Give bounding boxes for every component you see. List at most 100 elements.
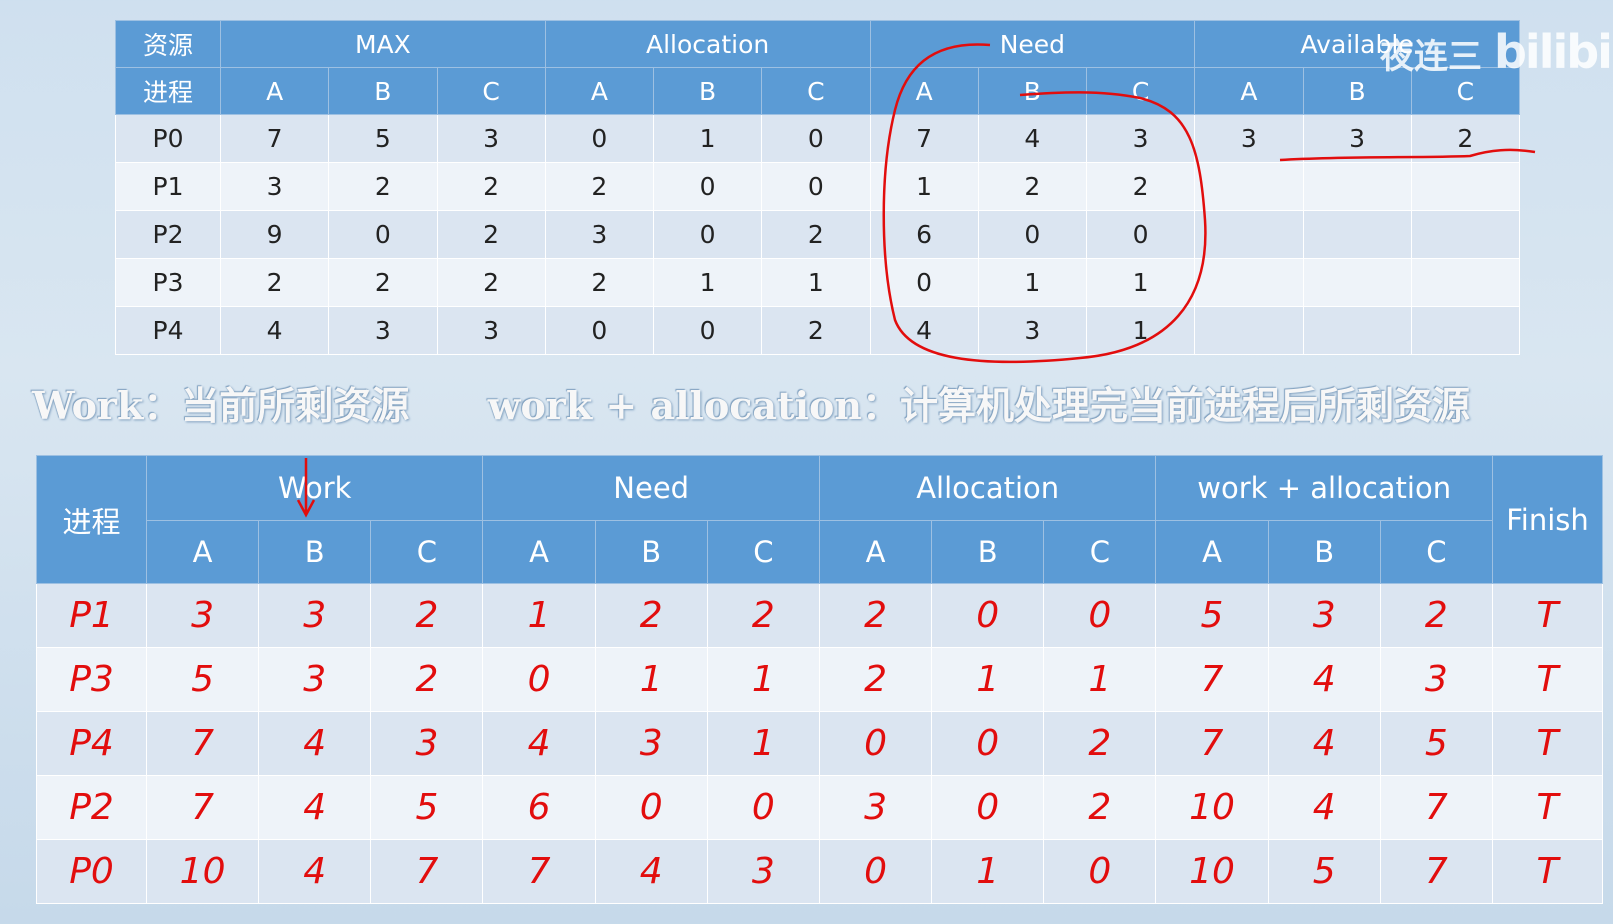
value-cell: 1 [1085, 258, 1196, 307]
value-cell [1302, 210, 1412, 259]
value-cell: 5 [1155, 583, 1269, 648]
subheader: C [1379, 520, 1494, 584]
value-cell: 0 [652, 162, 763, 211]
finish-cell: T [1492, 711, 1603, 776]
value-cell: 1 [706, 711, 820, 776]
value-cell: 2 [328, 162, 438, 211]
header-need: Need [482, 455, 820, 521]
process-cell: P2 [115, 210, 221, 259]
header-need: Need [869, 20, 1196, 68]
value-cell: 0 [1043, 839, 1157, 904]
subheader: B [594, 520, 708, 584]
caption: Work：当前所剩资源 work + allocation：计算机处理完当前进程… [32, 375, 1470, 430]
value-cell: 3 [258, 583, 372, 648]
resource-table: 资源 MAX Allocation Need Available 进程 A B … [115, 20, 1521, 355]
value-cell: 3 [436, 306, 546, 355]
caption-work: Work：当前所剩资源 [32, 383, 410, 428]
value-cell: 3 [977, 306, 1088, 355]
value-cell: 0 [652, 306, 763, 355]
finish-cell: T [1492, 775, 1603, 840]
value-cell: 4 [482, 711, 596, 776]
header-max: MAX [220, 20, 546, 68]
subheader: B [977, 67, 1088, 115]
value-cell: 7 [145, 775, 260, 840]
value-cell: 2 [436, 162, 546, 211]
value-cell: 2 [436, 258, 546, 307]
value-cell: 7 [482, 839, 596, 904]
value-cell: 3 [594, 711, 708, 776]
value-cell [1302, 306, 1412, 355]
value-cell [1410, 306, 1521, 355]
value-cell: 5 [145, 647, 260, 712]
subheader: B [258, 520, 372, 584]
table-row: P2 7 4 5 6 0 0 3 0 2 10 4 7 T [36, 775, 1603, 840]
value-cell: 3 [258, 647, 372, 712]
value-cell [1302, 258, 1412, 307]
value-cell [1410, 258, 1521, 307]
value-cell: 7 [1379, 839, 1494, 904]
process-cell: P3 [36, 647, 147, 712]
value-cell: 4 [1267, 647, 1381, 712]
watermark: 夜连三 bilibili [1380, 25, 1613, 79]
value-cell: 2 [1410, 114, 1521, 163]
value-cell: 7 [1155, 647, 1269, 712]
value-cell: 1 [482, 583, 596, 648]
finish-cell: T [1492, 583, 1603, 648]
table-row: P2 9 0 2 3 0 2 6 0 0 [115, 210, 1521, 259]
value-cell: 1 [652, 114, 763, 163]
value-cell [1410, 210, 1521, 259]
table-row: P0 7 5 3 0 1 0 7 4 3 3 3 2 [115, 114, 1521, 163]
value-cell: 3 [436, 114, 546, 163]
header-resource: 资源 [115, 20, 221, 68]
value-cell: 3 [219, 162, 330, 211]
subheader: C [1043, 520, 1157, 584]
watermark-text: 夜连三 [1380, 37, 1482, 77]
value-cell [1410, 162, 1521, 211]
header-allocation: Allocation [818, 455, 1157, 521]
subheader: C [370, 520, 484, 584]
subheader: A [869, 67, 979, 115]
value-cell: 7 [1155, 711, 1269, 776]
value-cell: 5 [328, 114, 438, 163]
process-cell: P1 [115, 162, 221, 211]
table-row: P3 2 2 2 2 1 1 0 1 1 [115, 258, 1521, 307]
header-allocation: Allocation [544, 20, 871, 68]
value-cell: 4 [594, 839, 708, 904]
value-cell: 6 [482, 775, 596, 840]
process-cell: P1 [36, 583, 147, 648]
value-cell: 7 [1379, 775, 1494, 840]
value-cell: 2 [761, 306, 871, 355]
value-cell: 2 [544, 258, 655, 307]
table-row: P1 3 2 2 2 0 0 1 2 2 [115, 162, 1521, 211]
value-cell: 2 [1043, 775, 1157, 840]
value-cell: 4 [977, 114, 1088, 163]
value-cell: 0 [544, 306, 655, 355]
subheader: C [436, 67, 546, 115]
value-cell: 5 [370, 775, 484, 840]
process-cell: P0 [36, 839, 147, 904]
value-cell: 0 [818, 711, 933, 776]
value-cell: 0 [761, 114, 871, 163]
value-cell [1194, 306, 1304, 355]
value-cell: 5 [1267, 839, 1381, 904]
finish-cell: T [1492, 647, 1603, 712]
table-row: P3 5 3 2 0 1 1 2 1 1 7 4 3 T [36, 647, 1603, 712]
header-process: 进程 [36, 455, 147, 584]
value-cell: 4 [258, 711, 372, 776]
subheader: B [1267, 520, 1381, 584]
value-cell: 3 [1379, 647, 1494, 712]
value-cell: 5 [1379, 711, 1494, 776]
finish-cell: T [1492, 839, 1603, 904]
value-cell: 2 [436, 210, 546, 259]
value-cell: 2 [706, 583, 820, 648]
value-cell: 7 [370, 839, 484, 904]
process-cell: P3 [115, 258, 221, 307]
value-cell: 3 [1194, 114, 1304, 163]
value-cell: 2 [594, 583, 708, 648]
value-cell: 0 [761, 162, 871, 211]
value-cell: 10 [1155, 775, 1269, 840]
subheader: A [818, 520, 933, 584]
value-cell: 2 [370, 583, 484, 648]
value-cell: 2 [1085, 162, 1196, 211]
value-cell: 0 [869, 258, 979, 307]
